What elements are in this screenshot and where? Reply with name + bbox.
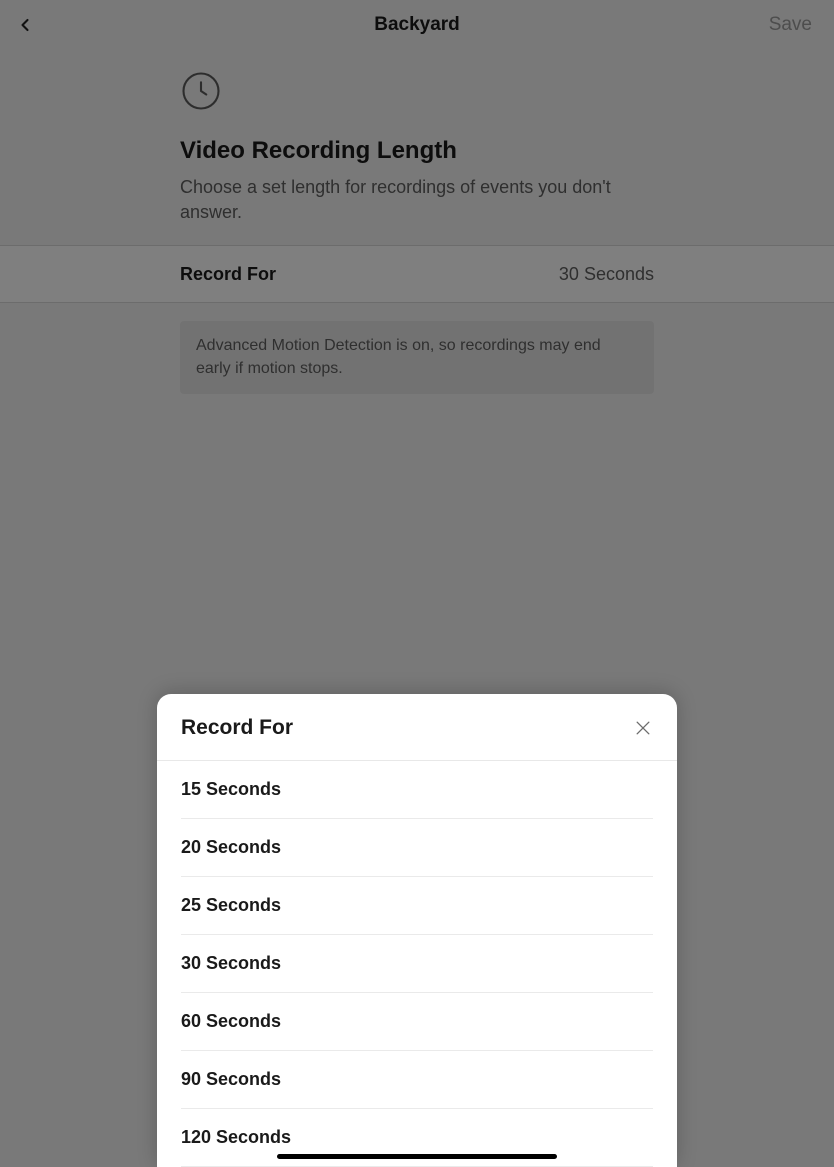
modal-option[interactable]: 25 Seconds [181,877,653,935]
record-for-modal: Record For 15 Seconds 20 Seconds 25 Seco… [157,694,677,1167]
modal-option-list: 15 Seconds 20 Seconds 25 Seconds 30 Seco… [157,761,677,1167]
modal-close-button[interactable] [633,718,653,738]
modal-option[interactable]: 90 Seconds [181,1051,653,1109]
modal-option[interactable]: 30 Seconds [181,935,653,993]
settings-page: Backyard Save Video Recording Length Cho… [0,0,834,1167]
modal-header: Record For [157,694,677,761]
home-indicator[interactable] [277,1154,557,1159]
close-icon [633,718,653,738]
modal-option[interactable]: 20 Seconds [181,819,653,877]
modal-title: Record For [181,716,293,740]
modal-option[interactable]: 15 Seconds [181,761,653,819]
modal-option[interactable]: 60 Seconds [181,993,653,1051]
